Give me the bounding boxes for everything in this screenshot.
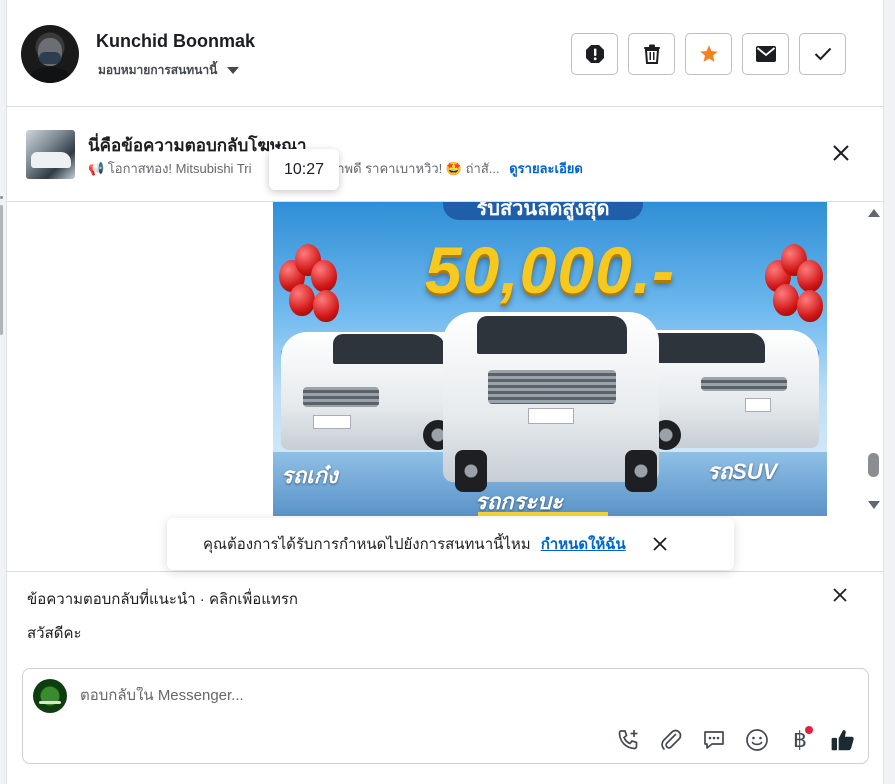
pickup-windshield — [477, 316, 627, 354]
balloon-icon — [797, 290, 823, 322]
ad-details-link[interactable]: ดูรายละเอียด — [509, 161, 583, 176]
close-icon — [833, 145, 849, 161]
promo-amount: 50,000.- — [424, 233, 676, 307]
balloon-icon — [797, 260, 823, 292]
assign-label: มอบหมายการสนทนานี้ — [98, 63, 218, 77]
ad-snippet-end: สภาพดี ราคาเบาหวิว! 🤩 ถ่าสั... — [320, 161, 500, 176]
sedan-grille — [303, 387, 379, 407]
promo-image-message[interactable]: รับส่วนลดสูงสุด 50,000.- รถเก๋ง รถกระบะ … — [273, 202, 827, 516]
suggested-replies-close-button[interactable] — [832, 587, 848, 603]
emoji-icon — [746, 729, 768, 751]
ad-snippet-start: 📢 โอกาสทอง! Mitsubishi Tri — [88, 161, 252, 176]
avatar-body — [27, 67, 73, 83]
message-composer: ฿ — [22, 668, 869, 764]
delete-button[interactable] — [628, 33, 675, 75]
panel-resize-handle[interactable] — [0, 205, 3, 335]
close-icon — [833, 588, 847, 602]
star-button[interactable] — [685, 33, 732, 75]
avatar[interactable] — [21, 25, 79, 83]
timestamp-tooltip: 10:27 — [269, 149, 339, 190]
scrollbar-thumb[interactable] — [868, 453, 879, 477]
balloon-icon — [311, 260, 337, 292]
ad-banner-close-button[interactable] — [831, 143, 851, 163]
ad-reply-banner: นี่คือข้อความตอบกลับโฆษณา 📢 โอกาสทอง! Mi… — [7, 107, 884, 202]
promo-header-text: รับส่วนลดสูงสุด — [443, 202, 643, 220]
mark-spam-button[interactable] — [571, 33, 618, 75]
emoji-button[interactable] — [744, 727, 770, 753]
pickup-grille — [488, 370, 616, 404]
spam-icon — [585, 45, 604, 63]
conversation-panel: Kunchid Boonmak มอบหมายการสนทนานี้ นี่คื… — [6, 0, 884, 784]
promo-label-suv: รถSUV — [707, 459, 778, 484]
assign-dropdown[interactable]: มอบหมายการสนทนานี้ — [98, 61, 240, 80]
balloon-icon — [313, 290, 339, 322]
mark-done-button[interactable] — [799, 33, 846, 75]
assign-prompt-close-button[interactable] — [652, 536, 668, 552]
saved-reply-icon — [704, 731, 724, 749]
avatar-mask — [39, 52, 61, 64]
conversation-header: Kunchid Boonmak มอบหมายการสนทนานี้ — [7, 0, 884, 107]
send-like-button[interactable] — [830, 727, 856, 753]
reply-input[interactable] — [80, 687, 580, 704]
promo-strip — [478, 512, 608, 516]
balloon-icon — [289, 284, 315, 316]
attach-button[interactable] — [658, 727, 684, 753]
suggested-replies: ข้อความตอบกลับที่แนะนำ · คลิกเพื่อแทรก ส… — [7, 571, 884, 661]
assign-question: คุณต้องการได้รับการกำหนดไปยังการสนทนานี้… — [203, 536, 531, 553]
close-icon — [653, 537, 667, 551]
check-icon — [814, 47, 831, 61]
promo-label-sedan: รถเก๋ง — [281, 463, 338, 488]
panel-edge-dot — [0, 196, 3, 199]
paperclip-icon — [661, 729, 682, 750]
payment-button[interactable]: ฿ — [787, 726, 813, 753]
sedan-windshield — [333, 334, 445, 364]
composer-toolbar: ฿ — [615, 726, 856, 753]
pickup-plate — [528, 408, 574, 424]
suv-plate — [745, 398, 771, 412]
suggested-reply-chip[interactable]: สวัสดีคะ — [27, 621, 82, 645]
suggested-replies-label: ข้อความตอบกลับที่แนะนำ · คลิกเพื่อแทรก — [27, 591, 298, 608]
scroll-up-arrow-icon[interactable] — [868, 209, 880, 217]
mail-icon — [755, 46, 776, 62]
saved-replies-button[interactable] — [701, 727, 727, 753]
suv-grille — [701, 377, 787, 391]
suv-windshield — [645, 333, 765, 363]
contact-name[interactable]: Kunchid Boonmak — [96, 31, 255, 52]
scroll-down-arrow-icon[interactable] — [868, 501, 880, 509]
star-icon — [699, 45, 718, 62]
sedan-plate — [313, 415, 351, 429]
balloon-icon — [773, 284, 799, 316]
notification-dot — [805, 726, 813, 734]
header-actions — [571, 33, 846, 75]
mark-unread-button[interactable] — [742, 33, 789, 75]
assign-prompt: คุณต้องการได้รับการกำหนดไปยังการสนทนานี้… — [167, 518, 734, 570]
message-thread: รับส่วนลดสูงสุด 50,000.- รถเก๋ง รถกระบะ … — [7, 202, 884, 571]
assign-to-me-link[interactable]: กำหนดให้ฉัน — [541, 532, 626, 556]
caret-down-icon — [227, 67, 240, 74]
call-button[interactable] — [615, 727, 641, 753]
ad-thumbnail[interactable] — [26, 130, 75, 179]
message-scrollbar[interactable] — [865, 202, 881, 571]
pickup-wheel-right — [625, 450, 657, 492]
trash-icon — [643, 44, 660, 64]
thumbs-up-icon — [831, 730, 854, 751]
phone-plus-icon — [618, 730, 638, 750]
ad-thumbnail-car — [31, 152, 71, 168]
page-avatar — [33, 679, 67, 713]
